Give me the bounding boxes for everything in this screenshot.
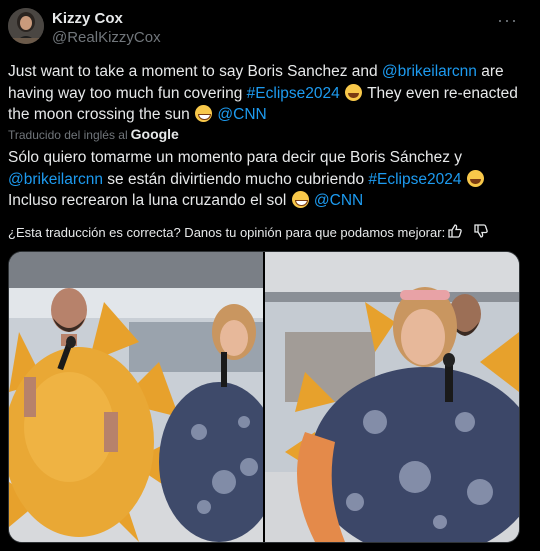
grin-emoji-icon bbox=[195, 105, 213, 122]
translation-attribution-label: Traducido del inglés al bbox=[8, 128, 128, 142]
translation-attribution: Traducido del inglés al Google bbox=[8, 126, 179, 142]
author-handle[interactable]: @RealKizzyCox bbox=[52, 29, 161, 46]
thumbs-up-icon[interactable] bbox=[447, 223, 463, 239]
mention-link[interactable]: @CNN bbox=[314, 192, 363, 209]
tweet-text: Just want to take a moment to say Boris … bbox=[8, 61, 518, 126]
translated-text-part: Incluso recrearon la luna cruzando el so… bbox=[8, 192, 291, 209]
mention-link[interactable]: @brikeilarcnn bbox=[8, 171, 103, 188]
translator-logo[interactable]: Google bbox=[131, 126, 179, 142]
rofl-emoji-icon bbox=[345, 83, 363, 101]
mention-link[interactable]: @CNN bbox=[217, 106, 266, 123]
translated-text: Sólo quiero tomarme un momento para deci… bbox=[8, 147, 518, 212]
tweet: Kizzy Cox @RealKizzyCox ··· Just want to… bbox=[0, 0, 540, 551]
rofl-emoji-icon bbox=[466, 169, 484, 187]
translation-feedback-prompt: ¿Esta traducción es correcta? Danos tu o… bbox=[8, 225, 446, 240]
media-grid[interactable] bbox=[8, 251, 520, 543]
photo-right[interactable] bbox=[265, 252, 519, 542]
avatar[interactable] bbox=[8, 8, 44, 44]
translated-text-part: se están divirtiendo mucho cubriendo bbox=[103, 170, 369, 188]
hashtag-link[interactable]: #Eclipse2024 bbox=[368, 171, 461, 188]
translated-text-part: Sólo quiero tomarme un momento para deci… bbox=[8, 149, 463, 166]
hashtag-link[interactable]: #Eclipse2024 bbox=[247, 85, 340, 102]
more-options-icon[interactable]: ··· bbox=[497, 10, 518, 31]
photo-left[interactable] bbox=[9, 252, 263, 542]
tweet-text-part: Just want to take a moment to say Boris … bbox=[8, 63, 382, 80]
grin-emoji-icon bbox=[291, 191, 309, 208]
thumbs-down-icon[interactable] bbox=[473, 223, 489, 239]
author-display-name[interactable]: Kizzy Cox bbox=[52, 10, 123, 27]
mention-link[interactable]: @brikeilarcnn bbox=[382, 63, 477, 80]
